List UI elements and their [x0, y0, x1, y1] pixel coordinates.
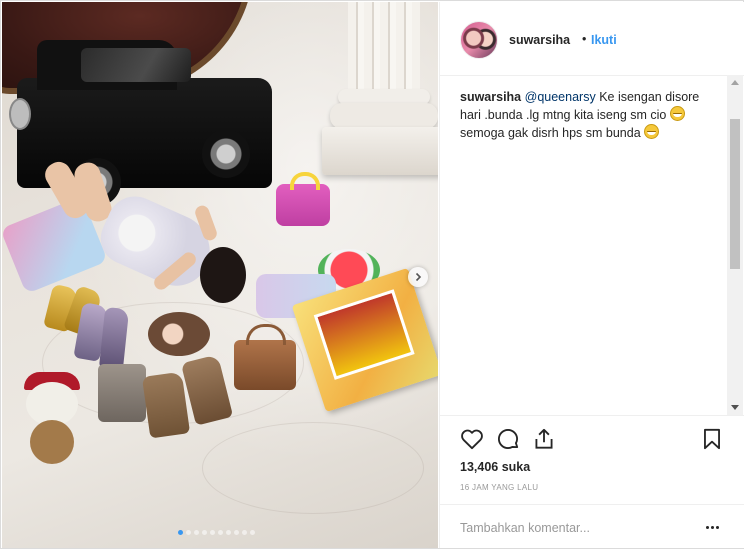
- scroll-down-icon[interactable]: [731, 405, 739, 410]
- carousel-dot: [234, 530, 239, 535]
- pillar-shape: [320, 2, 438, 187]
- carousel-dot: [226, 530, 231, 535]
- carousel-dot: [194, 530, 199, 535]
- caption: suwarsiha @queenarsy Ke isengan disore h…: [460, 88, 710, 142]
- heart-icon: [461, 429, 483, 450]
- next-slide-button[interactable]: [408, 267, 428, 287]
- follow-button[interactable]: Ikuti: [591, 33, 617, 47]
- add-comment-section: [440, 504, 744, 551]
- share-icon: [535, 428, 553, 449]
- marble-vein: [202, 422, 424, 514]
- carousel-dot: [250, 530, 255, 535]
- doll-shape: [148, 312, 210, 356]
- separator-dot: •: [582, 32, 587, 46]
- carousel-dot: [186, 530, 191, 535]
- post-header: suwarsiha • Ikuti: [440, 2, 744, 76]
- toy-basket-shape: [276, 172, 330, 226]
- like-count[interactable]: 13,406 suka: [460, 460, 530, 474]
- more-options-icon[interactable]: [702, 519, 722, 535]
- carousel-dot: [202, 530, 207, 535]
- carousel-indicator: [178, 530, 255, 536]
- post-actions: 13,406 suka 16 JAM YANG LALU: [440, 415, 744, 550]
- plush-toy-shape: [22, 372, 82, 468]
- carousel-dot: [210, 530, 215, 535]
- comment-icon: [497, 428, 519, 450]
- grin-emoji-icon: [669, 106, 685, 121]
- post-modal: suwarsiha • Ikuti suwarsiha @queenarsy K…: [0, 0, 744, 549]
- shoe-shape: [141, 371, 191, 439]
- caption-mention[interactable]: @queenarsy: [525, 90, 596, 104]
- bag-shape: [98, 364, 146, 422]
- scroll-up-icon[interactable]: [731, 80, 739, 85]
- post-sidebar: suwarsiha • Ikuti suwarsiha @queenarsy K…: [439, 2, 744, 548]
- comment-input[interactable]: [460, 519, 690, 537]
- carousel-dot: [218, 530, 223, 535]
- child-shape: [200, 247, 246, 303]
- save-button[interactable]: [699, 426, 725, 452]
- handbag-shape: [234, 324, 296, 390]
- comment-button[interactable]: [495, 426, 521, 452]
- carousel-dot: [178, 530, 183, 535]
- scrollbar[interactable]: [727, 75, 743, 415]
- chevron-right-icon: [415, 272, 422, 282]
- grin-emoji-icon: [644, 124, 660, 139]
- post-photo[interactable]: [2, 2, 438, 548]
- bookmark-icon: [704, 428, 720, 450]
- scroll-thumb[interactable]: [730, 119, 740, 269]
- like-button[interactable]: [459, 426, 485, 452]
- caption-text: semoga gak disrh hps sm bunda: [460, 126, 641, 140]
- header-username[interactable]: suwarsiha: [509, 33, 570, 47]
- share-button[interactable]: [531, 426, 557, 452]
- avatar[interactable]: [460, 21, 498, 59]
- caption-username[interactable]: suwarsiha: [460, 90, 521, 104]
- post-timestamp[interactable]: 16 JAM YANG LALU: [460, 483, 538, 492]
- carousel-dot: [242, 530, 247, 535]
